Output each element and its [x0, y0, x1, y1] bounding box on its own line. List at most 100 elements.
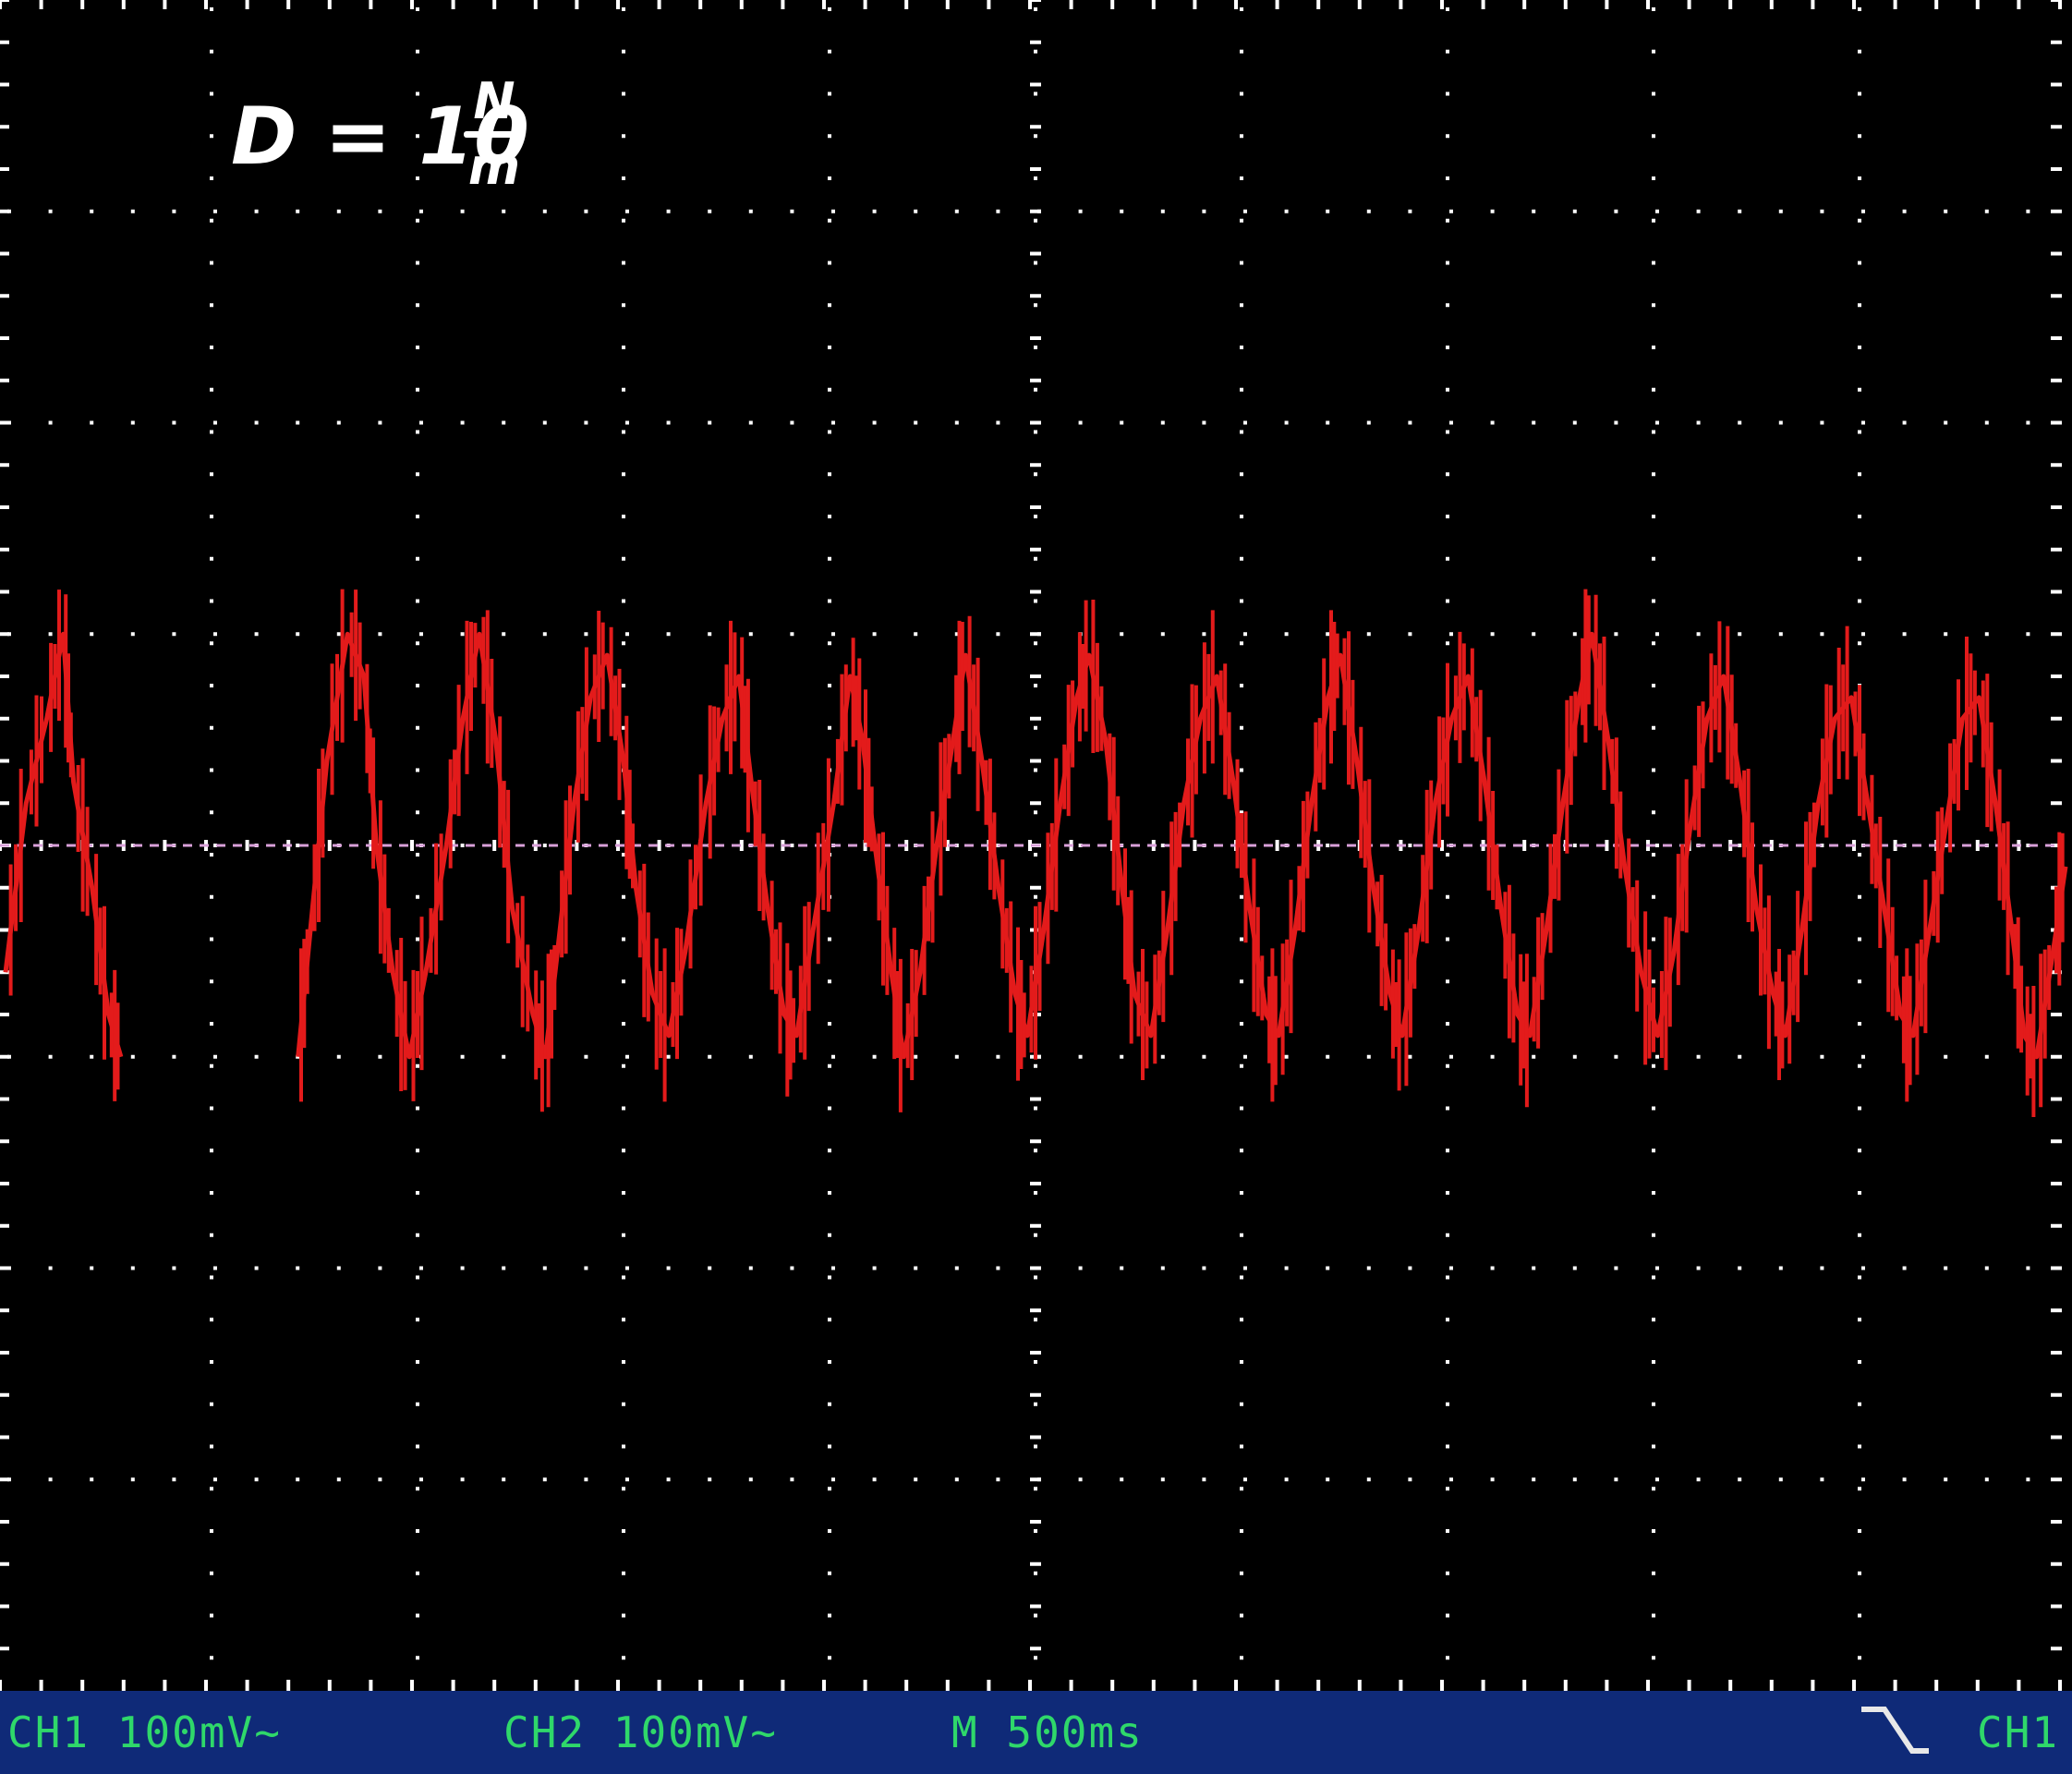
right-edge-tick [2051, 167, 2062, 171]
left-edge-tick [0, 1308, 9, 1313]
bottom-edge-tick [2058, 1680, 2062, 1691]
grid-dot [584, 420, 588, 425]
left-edge-tick [0, 1561, 9, 1566]
grid-dot [1202, 1054, 1206, 1059]
grid-dot [1446, 49, 1449, 54]
grid-dot [1034, 641, 1037, 646]
grid-dot [1858, 176, 1861, 180]
grid-dot [622, 91, 625, 96]
grid-dot [172, 1477, 176, 1482]
right-edge-tick [2051, 1392, 2062, 1397]
grid-dot [1858, 387, 1861, 392]
grid-dot [831, 1054, 835, 1059]
grid-dot [2026, 1477, 2030, 1482]
center-vertical-tick [1030, 1139, 1041, 1144]
grid-dot [622, 1656, 625, 1660]
grid-dot [1034, 176, 1037, 180]
grid-dot [1861, 420, 1865, 425]
bottom-edge-tick [1522, 1680, 1527, 1691]
grid-dot [1366, 632, 1371, 637]
grid-dot [1243, 209, 1247, 213]
grid-dot [378, 632, 382, 637]
grid-dot [1861, 1054, 1865, 1059]
center-vertical-tick [1030, 463, 1041, 468]
grid-dot [416, 810, 419, 815]
grid-dot [542, 632, 547, 637]
grid-dot [1408, 209, 1412, 213]
grid-dot [1449, 209, 1453, 213]
bottom-edge-tick [781, 1680, 785, 1691]
grid-dot [210, 1487, 213, 1491]
grid-dot [622, 303, 625, 308]
grid-dot [1696, 1266, 1701, 1270]
grid-dot [1572, 1477, 1577, 1482]
grid-dot [954, 209, 959, 213]
grid-dot [210, 346, 213, 349]
grid-dot [296, 844, 300, 847]
top-edge-tick [1893, 0, 1897, 9]
grid-dot [416, 387, 419, 392]
grid-dot [1446, 1022, 1449, 1026]
grid-dot [914, 1054, 918, 1059]
grid-dot [666, 1266, 671, 1270]
grid-dot [1778, 420, 1783, 425]
grid-dot [1446, 515, 1449, 518]
bottom-edge-tick [1481, 1680, 1485, 1691]
grid-dot [828, 176, 831, 180]
grid-dot [828, 937, 831, 942]
grid-dot [1652, 725, 1655, 730]
bottom-edge-tick [286, 1680, 291, 1691]
grid-dot [1490, 209, 1495, 213]
top-edge-tick [1646, 0, 1650, 9]
top-edge-tick [739, 0, 744, 9]
grid-dot [416, 1063, 419, 1068]
grid-dot [2026, 632, 2030, 637]
grid-dot [210, 218, 213, 223]
grid-dot [1366, 1054, 1371, 1059]
grid-dot [1902, 1477, 1907, 1482]
top-edge-tick [1028, 0, 1032, 9]
grid-dot [1902, 1266, 1907, 1270]
right-edge-tick [2051, 1054, 2062, 1059]
top-edge-tick [2017, 0, 2021, 9]
grid-dot [542, 1477, 547, 1482]
center-vertical-tick [1030, 40, 1041, 44]
left-edge-tick [0, 1054, 9, 1059]
grid-dot [1778, 632, 1783, 637]
bottom-edge-tick [822, 1680, 826, 1691]
right-edge-tick [2051, 716, 2062, 721]
grid-dot [542, 1266, 547, 1270]
grid-dot [1858, 261, 1861, 265]
falling-edge-icon [1861, 1707, 1929, 1754]
grid-dot [90, 1477, 94, 1482]
grid-dot [1652, 49, 1655, 54]
top-edge-tick [1481, 0, 1485, 9]
trigger-source-readout: CH1 [1977, 1707, 2060, 1757]
grid-dot [1034, 1148, 1037, 1153]
left-edge-tick [0, 505, 9, 509]
grid-dot [1944, 1054, 1948, 1059]
grid-dot [416, 430, 419, 434]
grid-dot [210, 979, 213, 984]
grid-dot [1240, 684, 1243, 687]
grid-dot [1652, 303, 1655, 308]
grid-dot [1240, 218, 1243, 223]
grid-dot [666, 420, 671, 425]
top-edge-tick [39, 0, 43, 9]
grid-dot [790, 1477, 794, 1482]
grid-dot [210, 853, 213, 857]
grid-dot [622, 387, 625, 392]
center-horizontal-tick [657, 840, 661, 851]
grid-dot [622, 472, 625, 477]
center-vertical-tick [1030, 505, 1041, 509]
grid-dot [416, 1656, 419, 1660]
grid-dot [622, 261, 625, 265]
grid-dot [828, 599, 831, 603]
grid-dot [622, 515, 625, 518]
right-edge-tick [2051, 505, 2062, 509]
grid-dot [1240, 261, 1243, 265]
bottom-edge-tick [904, 1680, 909, 1691]
grid-dot [210, 472, 213, 477]
grid-dot [1034, 303, 1037, 308]
left-edge-tick [0, 1351, 9, 1355]
